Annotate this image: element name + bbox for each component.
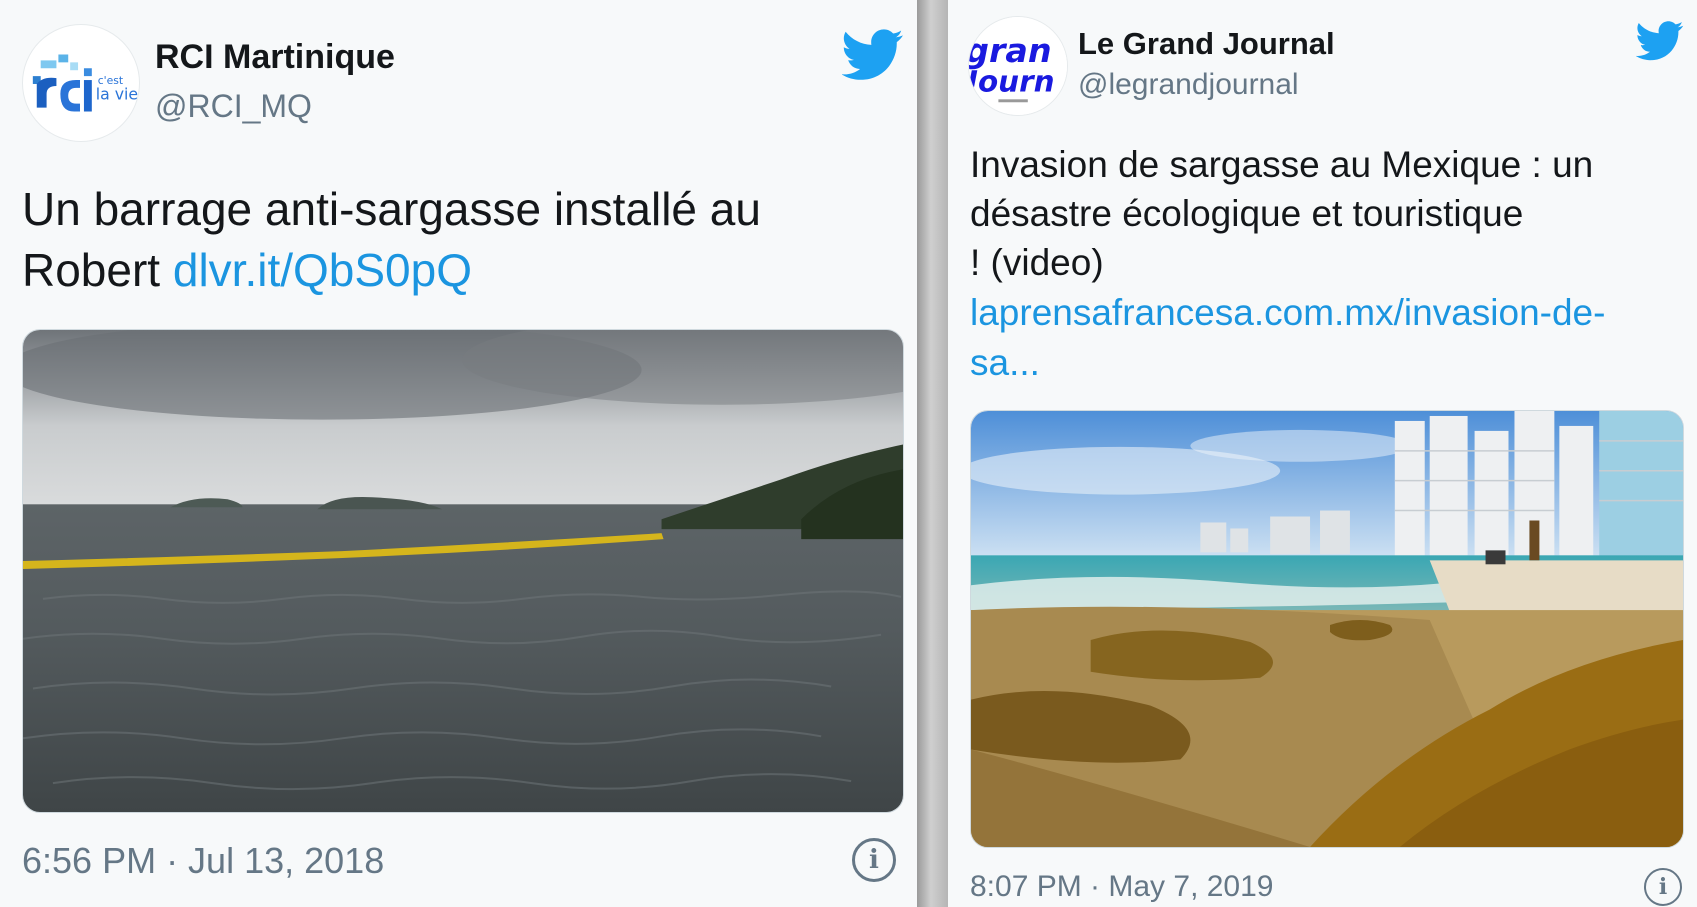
timestamp[interactable]: 8:07 PM · May 7, 2019 (970, 870, 1274, 904)
media-image-sea-barrier[interactable] (22, 329, 904, 813)
tweet-text-line: Invasion de sargasse au Mexique : un (970, 144, 1594, 185)
tweet-text-line: désastre écologique et touristique (970, 193, 1524, 234)
logo-tagline-2: la vie (96, 85, 138, 104)
media-image-sargassum-beach[interactable] (970, 410, 1684, 848)
user-handle[interactable]: @RCI_MQ (155, 88, 312, 125)
user-handle[interactable]: @legrandjournal (1078, 68, 1299, 102)
display-name[interactable]: Le Grand Journal (1078, 26, 1335, 62)
avatar[interactable]: c'est la vie (22, 24, 140, 142)
tweet-text-line: Robert dlvr.it/QbS0pQ (22, 243, 472, 297)
display-name[interactable]: RCI Martinique (155, 38, 395, 77)
sea-barrier-photo (23, 330, 903, 812)
tweet-link-continued[interactable]: sa... (970, 342, 1040, 384)
grand-journal-logo-icon: gran Journ (969, 17, 1067, 115)
tweet-rci-martinique[interactable]: c'est la vie RCI Martinique @RCI_MQ Un b… (0, 0, 917, 907)
tweet-text-fragment: Robert (22, 244, 173, 296)
timestamp[interactable]: 6:56 PM · Jul 13, 2018 (22, 840, 384, 882)
panel-divider (917, 0, 948, 907)
logo-word-2: Journ (969, 64, 1055, 98)
rci-logo-icon: c'est la vie (32, 54, 138, 112)
tweet-text-line: ! (video) (970, 242, 1104, 283)
twitter-bird-icon[interactable] (842, 28, 904, 82)
info-icon[interactable]: i (1644, 868, 1682, 906)
tweet-text-line: Un barrage anti-sargasse installé au (22, 183, 761, 235)
info-icon[interactable]: i (852, 838, 896, 882)
avatar[interactable]: gran Journ (968, 16, 1068, 116)
tweet-link[interactable]: laprensafrancesa.com.mx/invasion-de- (970, 292, 1605, 334)
sargassum-beach-photo (971, 411, 1683, 847)
tweet-link[interactable]: dlvr.it/QbS0pQ (173, 244, 472, 296)
twitter-bird-icon[interactable] (1636, 20, 1684, 62)
tweet-le-grand-journal[interactable]: gran Journ Le Grand Journal @legrandjour… (948, 0, 1697, 907)
